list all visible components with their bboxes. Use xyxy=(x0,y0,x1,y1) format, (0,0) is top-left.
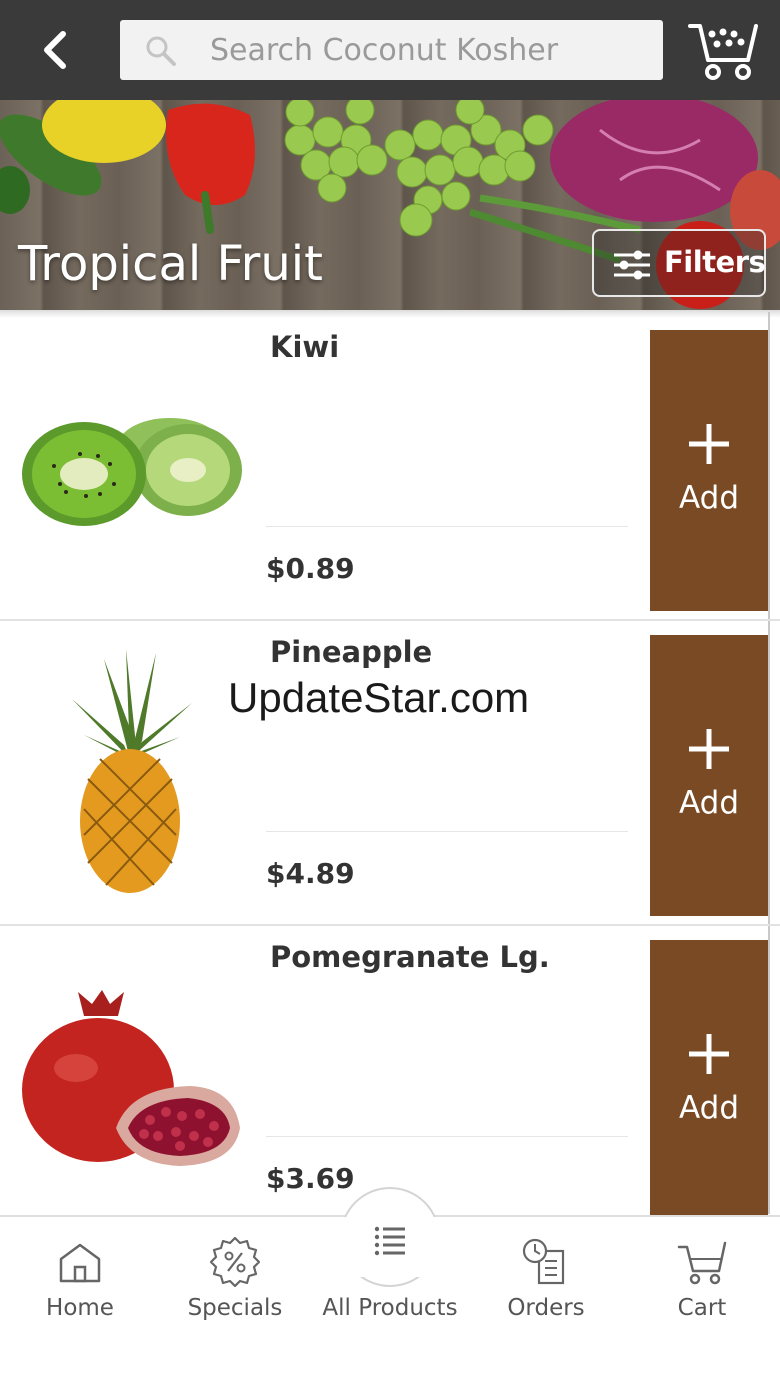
watermark-text: UpdateStar.com xyxy=(228,674,530,721)
product-name: Pomegranate Lg. xyxy=(270,940,550,974)
search-icon xyxy=(146,36,176,66)
chevron-left-icon xyxy=(44,31,66,69)
product-price: $3.69 xyxy=(266,1162,355,1195)
add-label: Add xyxy=(678,480,740,516)
divider xyxy=(266,831,628,832)
nav-label: Home xyxy=(46,1295,114,1321)
divider xyxy=(266,1136,628,1137)
search-bar[interactable] xyxy=(120,20,663,80)
add-label: Add xyxy=(678,1090,740,1126)
nav-label: Cart xyxy=(677,1295,727,1321)
nav-all-products[interactable]: All Products xyxy=(312,1217,468,1337)
nav-label: Orders xyxy=(507,1295,585,1321)
nav-label: Specials xyxy=(187,1295,283,1321)
product-price: $0.89 xyxy=(266,552,355,585)
add-to-cart-button[interactable]: Add xyxy=(650,635,768,916)
pomegranate-image xyxy=(22,990,240,1166)
top-bar xyxy=(0,0,780,100)
nav-label: All Products xyxy=(322,1295,458,1321)
product-row-kiwi[interactable]: Kiwi $0.89 Add xyxy=(0,316,780,621)
shopping-cart-icon xyxy=(677,1241,727,1285)
plus-icon xyxy=(689,1034,729,1074)
divider xyxy=(266,526,628,527)
sliders-icon xyxy=(614,250,650,280)
shopping-cart-icon xyxy=(688,24,758,80)
product-name: Kiwi xyxy=(270,330,340,364)
nav-home[interactable]: Home xyxy=(2,1217,158,1337)
product-name: Pineapple xyxy=(270,635,433,669)
plus-icon xyxy=(689,729,729,769)
clock-document-icon xyxy=(522,1238,565,1285)
add-label: Add xyxy=(678,785,740,821)
nav-specials[interactable]: Specials xyxy=(157,1217,313,1337)
scrollbar[interactable] xyxy=(768,312,770,1214)
add-to-cart-button[interactable]: Add xyxy=(650,940,768,1221)
bottom-navigation: Home Specials All Products Orders Cart xyxy=(0,1187,780,1387)
pineapple-image xyxy=(72,649,192,893)
product-row-pomegranate[interactable]: Pomegranate Lg. $3.69 Add xyxy=(0,926,768,1231)
nav-cart[interactable]: Cart xyxy=(624,1217,780,1337)
product-row-pineapple[interactable]: Pineapple $4.89 Add xyxy=(0,621,780,926)
filters-label: Filters xyxy=(664,245,766,279)
nav-orders[interactable]: Orders xyxy=(468,1217,624,1337)
list-icon xyxy=(374,1226,405,1256)
product-price: $4.89 xyxy=(266,857,355,890)
search-input[interactable] xyxy=(210,20,650,80)
kiwi-image xyxy=(22,418,242,526)
back-button[interactable] xyxy=(24,22,84,78)
plus-icon xyxy=(689,424,729,464)
category-title: Tropical Fruit xyxy=(18,236,323,292)
add-to-cart-button[interactable]: Add xyxy=(650,330,768,611)
header-cart-button[interactable] xyxy=(686,16,762,84)
home-icon xyxy=(59,1243,101,1283)
percent-badge-icon xyxy=(210,1237,260,1287)
filters-button[interactable]: Filters xyxy=(592,229,766,297)
